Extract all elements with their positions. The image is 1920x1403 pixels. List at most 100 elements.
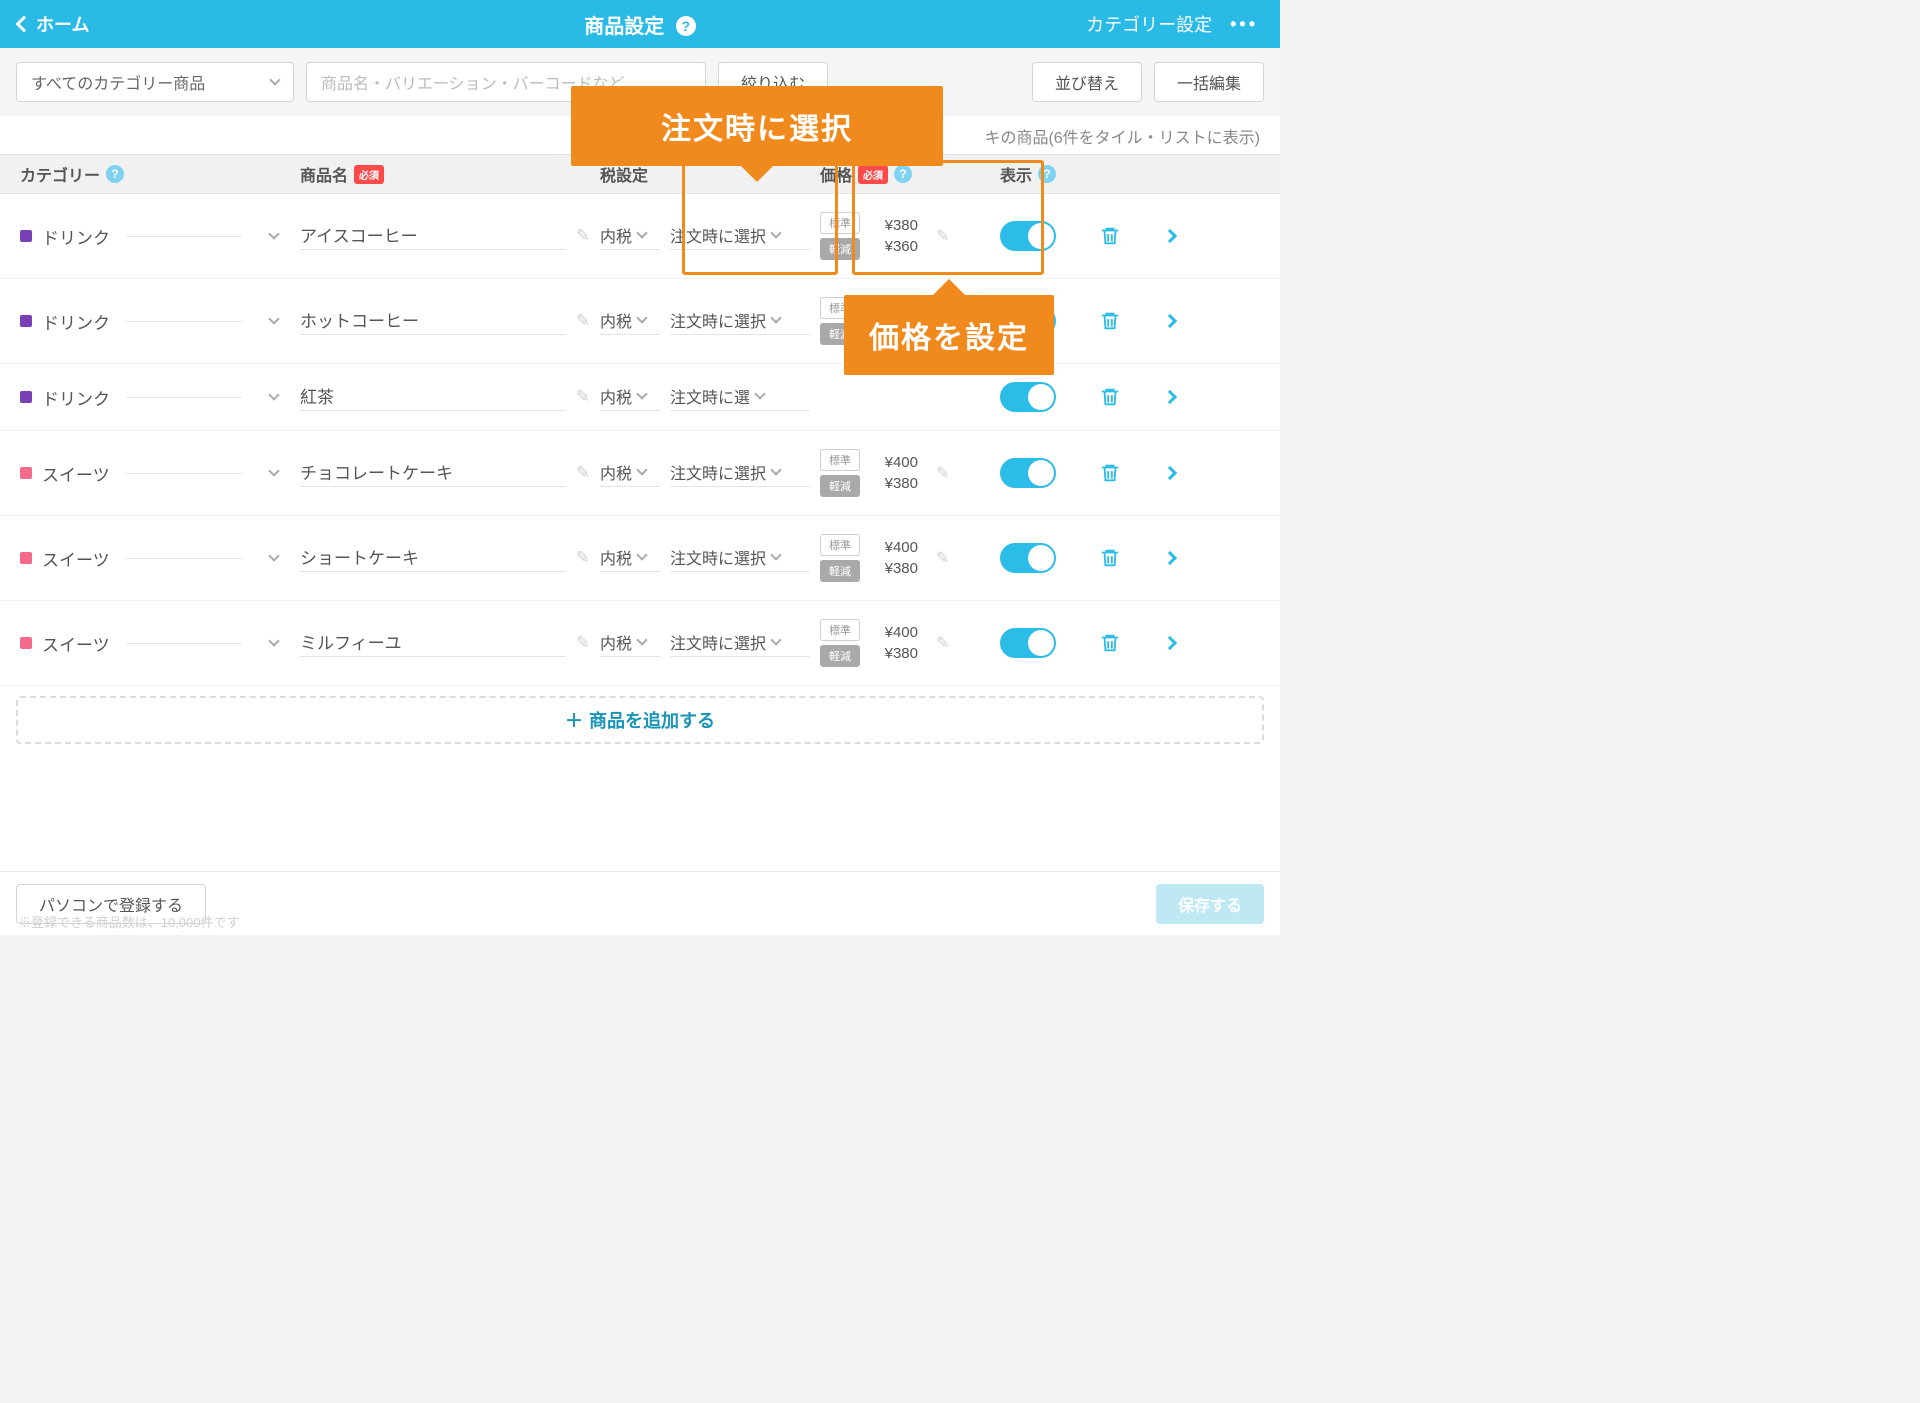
tax-cell[interactable]: 内税 [600, 460, 660, 487]
row-detail-button[interactable] [1140, 231, 1200, 241]
add-product-button[interactable]: ＋ 商品を追加する [16, 696, 1264, 744]
name-cell[interactable]: ホットコーヒー✎ [300, 307, 600, 335]
pencil-icon[interactable]: ✎ [936, 226, 949, 246]
chevron-down-icon [770, 634, 781, 645]
bulk-edit-button[interactable]: 一括編集 [1154, 62, 1264, 102]
option-cell[interactable]: 注文時に選 [670, 384, 810, 411]
price-cell[interactable]: 標準軽減¥400¥380✎ [820, 534, 1000, 582]
reduced-badge: 軽減 [820, 475, 860, 497]
display-toggle[interactable] [1000, 628, 1056, 658]
pencil-icon[interactable]: ✎ [576, 463, 590, 483]
pencil-icon[interactable]: ✎ [576, 548, 590, 568]
category-cell[interactable]: ドリンク [20, 224, 300, 249]
sort-button[interactable]: 並び替え [1032, 62, 1142, 102]
pencil-icon[interactable]: ✎ [576, 387, 590, 407]
row-detail-button[interactable] [1140, 638, 1200, 648]
category-cell[interactable]: スイーツ [20, 631, 300, 656]
arrow-up-icon [933, 279, 965, 295]
table-row: スイーツチョコレートケーキ✎内税注文時に選択標準軽減¥400¥380✎ [0, 431, 1280, 516]
category-cell[interactable]: スイーツ [20, 461, 300, 486]
name-cell[interactable]: ミルフィーユ ✎ [300, 629, 600, 657]
chevron-down-icon [636, 312, 647, 323]
standard-badge: 標準 [820, 619, 860, 641]
category-color-swatch [20, 391, 32, 403]
delete-button[interactable] [1080, 547, 1140, 569]
display-toggle[interactable] [1000, 543, 1056, 573]
help-icon[interactable]: ? [676, 16, 696, 36]
category-cell[interactable]: ドリンク [20, 385, 300, 410]
price-reduced: ¥360 [868, 238, 918, 255]
option-cell[interactable]: 注文時に選択 [670, 545, 810, 572]
footer-note: ※登録できる商品数は、10,000件です [18, 912, 240, 931]
save-button[interactable]: 保存する [1156, 884, 1264, 924]
delete-button[interactable] [1080, 310, 1140, 332]
pencil-icon[interactable]: ✎ [936, 548, 949, 568]
row-detail-button[interactable] [1140, 316, 1200, 326]
option-cell[interactable]: 注文時に選択 [670, 630, 810, 657]
price-cell[interactable]: 標準軽減¥400¥380✎ [820, 619, 1000, 667]
delete-button[interactable] [1080, 386, 1140, 408]
tax-cell[interactable]: 内税 [600, 223, 660, 250]
category-cell[interactable]: スイーツ [20, 546, 300, 571]
pencil-icon[interactable]: ✎ [936, 463, 949, 483]
name-cell[interactable]: アイスコーヒー✎ [300, 222, 600, 250]
help-icon[interactable]: ? [106, 165, 124, 183]
display-toggle[interactable] [1000, 221, 1056, 251]
category-name: ドリンク [42, 309, 110, 334]
back-label: ホーム [36, 11, 89, 37]
reduced-badge: 軽減 [820, 560, 860, 582]
name-cell[interactable]: チョコレートケーキ✎ [300, 459, 600, 487]
category-color-swatch [20, 552, 32, 564]
delete-button[interactable] [1080, 632, 1140, 654]
help-icon[interactable]: ? [894, 165, 912, 183]
back-button[interactable]: ホーム [0, 11, 89, 37]
display-toggle[interactable] [1000, 382, 1056, 412]
pencil-icon[interactable]: ✎ [936, 633, 949, 653]
category-color-swatch [20, 230, 32, 242]
price-standard: ¥400 [868, 624, 918, 641]
more-icon[interactable]: ••• [1230, 14, 1258, 35]
pencil-icon[interactable]: ✎ [576, 226, 590, 246]
display-toggle-cell [1000, 543, 1080, 573]
callout-set-price: 価格を設定 [844, 295, 1054, 375]
table-row: ドリンクホットコーヒー✎内税注文時に選択標準軽減¥400¥380✎ [0, 279, 1280, 364]
tax-cell[interactable]: 内税 [600, 545, 660, 572]
tax-cell[interactable]: 内税 [600, 308, 660, 335]
category-color-swatch [20, 637, 32, 649]
category-name: ドリンク [42, 224, 110, 249]
option-cell[interactable]: 注文時に選択 [670, 223, 810, 250]
required-badge: 必須 [354, 165, 384, 184]
price-cell[interactable]: 標準軽減¥400¥380✎ [820, 449, 1000, 497]
display-toggle[interactable] [1000, 458, 1056, 488]
tax-cell[interactable]: 内税 [600, 630, 660, 657]
row-detail-button[interactable] [1140, 553, 1200, 563]
product-name: ミルフィーユ [300, 629, 566, 657]
chevron-down-icon [770, 312, 781, 323]
category-select[interactable]: すべてのカテゴリー商品 [16, 62, 294, 102]
display-toggle-cell [1000, 628, 1080, 658]
name-cell[interactable]: 紅茶✎ [300, 383, 600, 411]
pencil-icon[interactable]: ✎ [576, 311, 590, 331]
help-icon[interactable]: ? [1038, 165, 1056, 183]
pencil-icon[interactable]: ✎ [576, 633, 590, 653]
chevron-down-icon [770, 549, 781, 560]
product-name: ショートケーキ [300, 544, 566, 572]
row-detail-button[interactable] [1140, 468, 1200, 478]
category-name: スイーツ [42, 546, 110, 571]
display-toggle-cell [1000, 458, 1080, 488]
name-cell[interactable]: ショートケーキ ✎ [300, 544, 600, 572]
category-settings-link[interactable]: カテゴリー設定 [1086, 11, 1212, 37]
row-detail-button[interactable] [1140, 392, 1200, 402]
option-cell[interactable]: 注文時に選択 [670, 308, 810, 335]
chevron-down-icon [636, 549, 647, 560]
delete-button[interactable] [1080, 462, 1140, 484]
table-row: スイーツ ショートケーキ ✎ 内税注文時に選択標準軽減¥400¥380✎ [0, 516, 1280, 601]
delete-button[interactable] [1080, 225, 1140, 247]
chevron-right-icon [1163, 466, 1177, 480]
price-cell[interactable]: 標準軽減¥380¥360✎ [820, 212, 1000, 260]
col-display: 表示? [1000, 162, 1080, 186]
option-cell[interactable]: 注文時に選択 [670, 460, 810, 487]
category-cell[interactable]: ドリンク [20, 309, 300, 334]
tax-cell[interactable]: 内税 [600, 384, 660, 411]
price-standard: ¥380 [868, 217, 918, 234]
